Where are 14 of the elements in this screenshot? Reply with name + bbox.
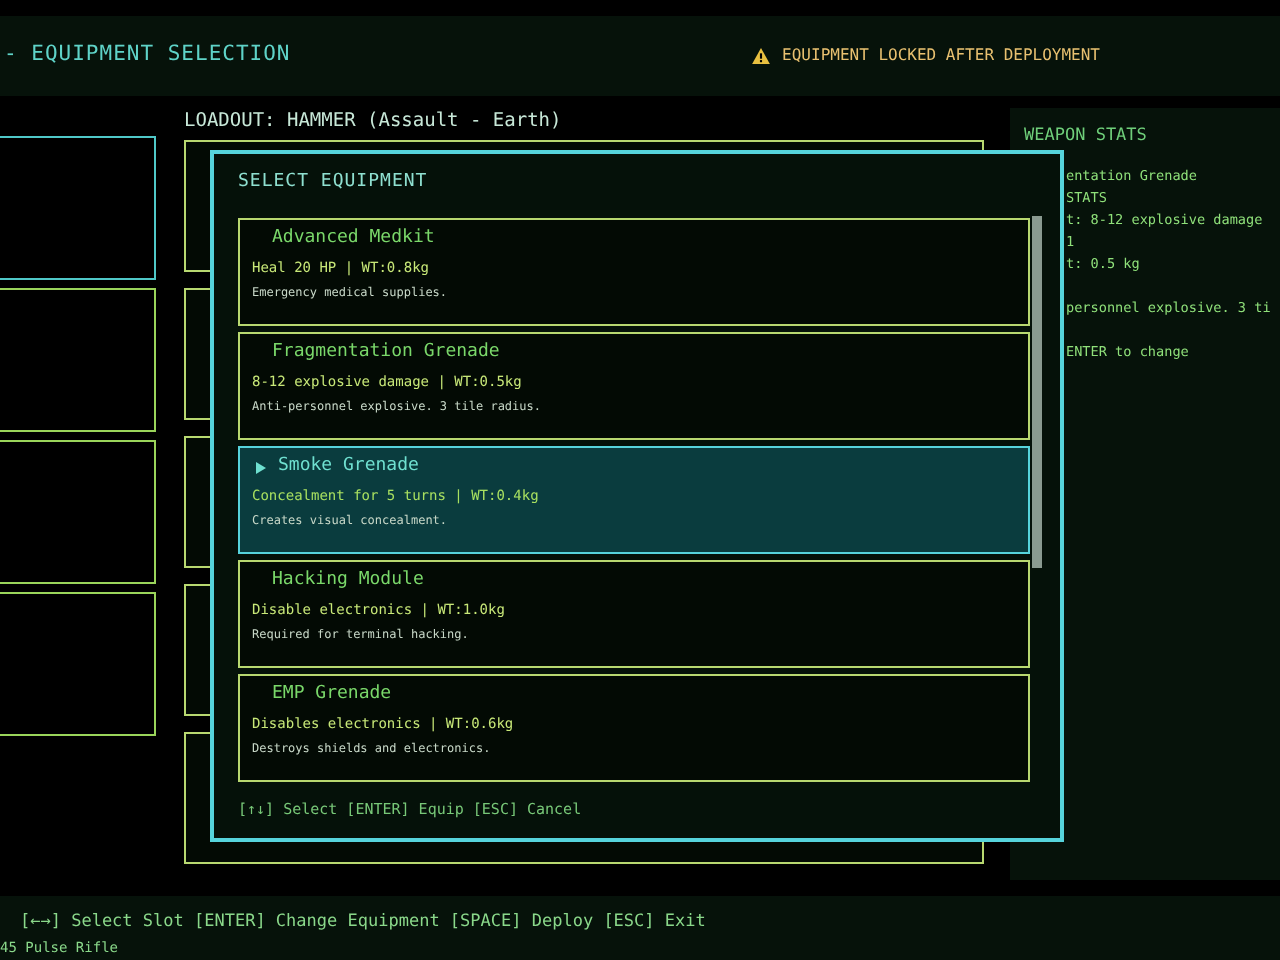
item-name: Smoke Grenade: [278, 453, 419, 480]
scrollbar[interactable]: [1032, 216, 1042, 568]
item-name: Hacking Module: [272, 567, 424, 594]
dialog-title: SELECT EQUIPMENT: [238, 170, 430, 196]
item-name: Advanced Medkit: [272, 225, 435, 252]
pointer-icon: [256, 461, 266, 473]
item-name: Fragmentation Grenade: [272, 339, 500, 366]
loadout-label: LOADOUT: HAMMER (Assault - Earth): [184, 108, 564, 136]
screen-title: - EQUIPMENT SELECTION: [4, 40, 291, 71]
item-name: EMP Grenade: [272, 681, 392, 708]
panel-title: WEAPON STATS: [1024, 124, 1149, 150]
key-hints: [←→] Select Slot [ENTER] Change Equipment [SPACE] Deploy [ESC] Exit: [20, 910, 708, 936]
warning-text: EQUIPMENT LOCKED AFTER DEPLOYMENT: [782, 44, 1100, 68]
warning-icon: [752, 48, 771, 64]
